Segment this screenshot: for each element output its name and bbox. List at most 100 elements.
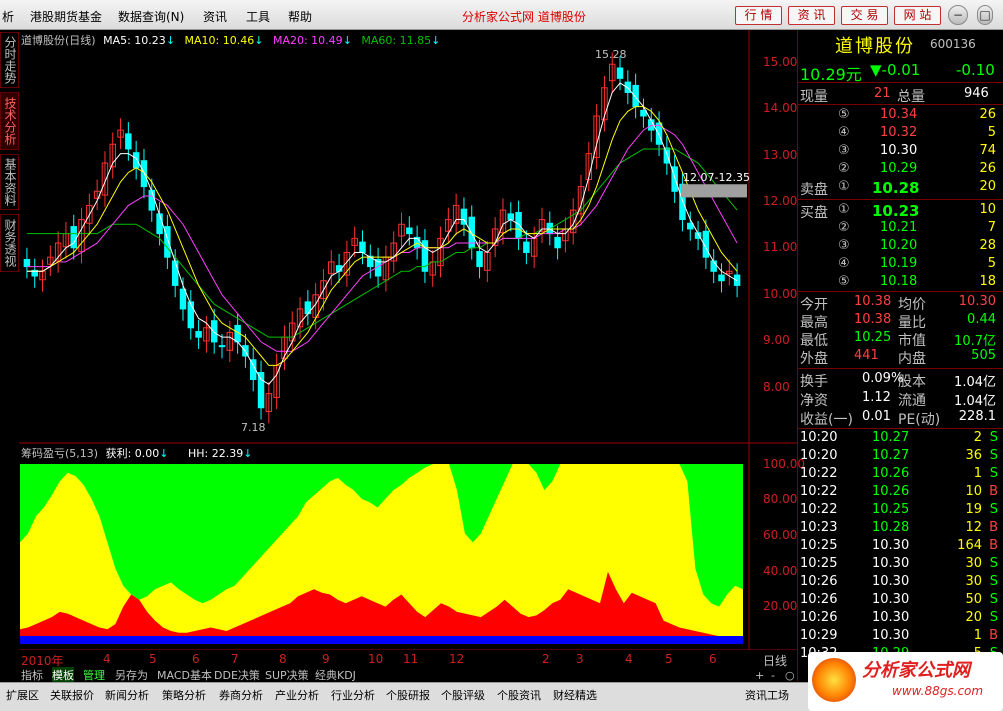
- x-tick-label: 10: [368, 652, 384, 666]
- news-button[interactable]: 资 讯: [788, 6, 835, 25]
- blue-band: [20, 636, 743, 644]
- tick-side: S: [989, 610, 998, 625]
- status-industry[interactable]: 产业分析: [275, 687, 319, 703]
- tick-row: 10:26 10.30 30 S: [798, 574, 1003, 592]
- buy-row: ② 10.21 7: [798, 220, 1003, 238]
- ma60-arrow-icon: ↓: [431, 34, 441, 47]
- sell-row: ④ 10.32 5: [798, 125, 1003, 143]
- status-stock-news[interactable]: 个股资讯: [497, 687, 541, 703]
- watermark-logo: 分析家公式网 www.88gs.com: [808, 652, 1003, 711]
- tick-price: 10.30: [872, 610, 910, 625]
- tab-financials[interactable]: 财务透视: [0, 214, 19, 272]
- buy-volume: 7: [987, 220, 996, 235]
- menu-item-tools[interactable]: 工具: [246, 8, 270, 25]
- stat-value: 10.30: [958, 294, 996, 309]
- stat-label: 最低: [800, 333, 828, 349]
- ma5-arrow-icon: ↓: [165, 34, 176, 47]
- chart-title: 道博股份(日线): [21, 34, 96, 47]
- sell-row: ③ 10.30 74: [798, 143, 1003, 161]
- x-tick-label: 4: [625, 652, 633, 666]
- tick-row: 10:26 10.30 20 S: [798, 610, 1003, 628]
- ma20-legend: MA20: 10.49: [272, 34, 343, 47]
- candle-body: [171, 260, 179, 286]
- ma5-legend: MA5: 10.23: [103, 34, 166, 47]
- buy-volume: 5: [987, 256, 996, 271]
- maximize-button[interactable]: □: [977, 5, 993, 25]
- status-news[interactable]: 新闻分析: [105, 687, 149, 703]
- menu-item-news[interactable]: 资讯: [203, 8, 227, 25]
- stat-value: 228.1: [958, 409, 996, 424]
- window-title: 分析家公式网 道博股份: [462, 10, 586, 24]
- status-sector[interactable]: 行业分析: [331, 687, 375, 703]
- tick-price: 10.30: [872, 556, 910, 571]
- watermark-text: 分析家公式网: [862, 660, 970, 681]
- buy-row: 买盘 ① 10.23 10: [798, 202, 1003, 221]
- tick-row: 10:25 10.30 30 S: [798, 556, 1003, 574]
- tick-time: 10:22: [800, 466, 838, 481]
- status-rating[interactable]: 个股评级: [441, 687, 485, 703]
- menu-item-data-query[interactable]: 数据查询(N): [118, 8, 184, 25]
- tab-fundamentals[interactable]: 基本资料: [0, 154, 19, 210]
- tick-price: 10.30: [872, 538, 910, 553]
- status-strategy[interactable]: 策略分析: [162, 687, 206, 703]
- sell-volume: 26: [979, 161, 996, 176]
- tick-row: 10:22 10.26 10 B: [798, 484, 1003, 502]
- buy-price: 10.23: [872, 202, 920, 220]
- sell-price: 10.34: [880, 107, 918, 122]
- tab-technical[interactable]: 技术分析: [0, 92, 19, 150]
- stat-value: 441: [854, 348, 879, 363]
- candle-body: [632, 84, 639, 108]
- tick-time: 10:20: [800, 448, 838, 463]
- sell-row: ⑤ 10.34 26: [798, 107, 1003, 125]
- tick-row: 10:23 10.28 12 B: [798, 520, 1003, 538]
- stat-label: 外盘: [800, 351, 828, 367]
- tick-side: S: [989, 466, 998, 481]
- x-tick-label: 9: [322, 652, 330, 666]
- menu-item-analysis[interactable]: 析: [2, 8, 14, 25]
- y-tick-label: 8.00: [763, 380, 790, 394]
- y-tick-label: 10.00: [763, 287, 798, 301]
- tick-side: B: [989, 628, 998, 643]
- menu-item-hk-futures[interactable]: 港股期货基金: [30, 8, 102, 25]
- stat-row: 收益(一) 0.01 PE(动) 228.1: [798, 409, 1003, 428]
- range-box: [681, 184, 747, 198]
- quote-button[interactable]: 行 情: [735, 6, 782, 25]
- ma10-arrow-icon: ↓: [254, 34, 264, 47]
- stat-row: 换手 0.09% 股本 1.04亿: [798, 371, 1003, 390]
- x-tick-label: 4: [103, 652, 111, 666]
- minimize-button[interactable]: −: [948, 5, 968, 25]
- status-extend[interactable]: 扩展区: [6, 687, 39, 703]
- tick-side: S: [989, 556, 998, 571]
- menu-bar: 析 港股期货基金 数据查询(N) 资讯 工具 帮助 分析家公式网 道博股份 行 …: [0, 0, 1003, 30]
- website-button[interactable]: 网 站: [894, 6, 941, 25]
- trade-button[interactable]: 交 易: [841, 6, 888, 25]
- stat-label: 量比: [898, 315, 926, 331]
- candle-body: [132, 152, 140, 169]
- price-change-pct: -0.10: [956, 61, 995, 79]
- ma20-arrow-icon: ↓: [342, 34, 352, 47]
- tick-price: 10.26: [872, 484, 910, 499]
- tick-row: 10:22 10.26 1 S: [798, 466, 1003, 484]
- candle-body: [210, 320, 218, 343]
- tab-intraday[interactable]: 分时走势: [0, 32, 19, 88]
- tick-side: B: [989, 484, 998, 499]
- status-finance[interactable]: 财经精选: [553, 687, 597, 703]
- status-workshop[interactable]: 资讯工场: [745, 687, 789, 703]
- status-related[interactable]: 关联报价: [50, 687, 94, 703]
- sell-level: ④: [838, 125, 850, 140]
- stat-value: 10.38: [854, 294, 892, 309]
- sell-price: 10.28: [872, 179, 920, 197]
- stat-label: 均价: [898, 297, 926, 313]
- y-tick-label: 13.00: [763, 148, 798, 162]
- status-broker[interactable]: 券商分析: [219, 687, 263, 703]
- kline-chart[interactable]: [19, 30, 797, 650]
- status-research[interactable]: 个股研报: [386, 687, 430, 703]
- chart-area[interactable]: 道博股份(日线) MA5: 10.23↓ MA10: 10.46↓ MA20: …: [19, 30, 805, 668]
- y-tick-label: 11.00: [763, 240, 798, 254]
- stat-row: 最低 10.25 市值 10.7亿: [798, 330, 1003, 349]
- sell-price: 10.32: [880, 125, 918, 140]
- candle-body: [218, 345, 226, 348]
- menu-item-help[interactable]: 帮助: [288, 8, 312, 25]
- x-tick-label: 5: [665, 652, 673, 666]
- candle-body: [406, 227, 413, 235]
